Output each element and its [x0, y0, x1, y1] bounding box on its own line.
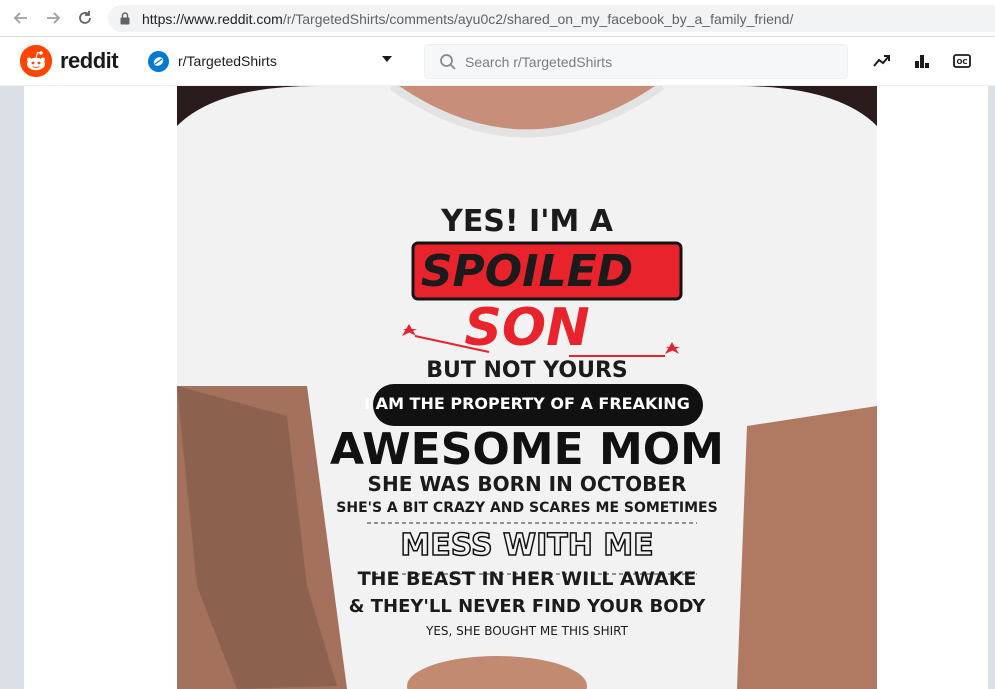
leaderboard-icon[interactable]	[912, 51, 932, 71]
address-bar[interactable]: https://www.reddit.com/r/TargetedShirts/…	[108, 5, 995, 32]
shirt-line-9: MESS WITH ME	[400, 527, 655, 564]
search-icon	[440, 53, 456, 70]
forward-arrow-icon	[47, 12, 61, 24]
reddit-header: reddit r/TargetedShirts OC	[0, 37, 995, 86]
snoo-icon	[20, 45, 52, 77]
url-host: https://www.reddit.com	[142, 10, 283, 27]
post-image[interactable]: YES! I'M A SPOILED SON BUT NOT YOURS I A…	[177, 86, 877, 689]
shirt-line-10: THE BEAST IN HER WILL AWAKE	[357, 568, 697, 590]
lock-icon	[120, 12, 132, 26]
search-input[interactable]	[465, 53, 825, 70]
shirt-line-7: SHE WAS BORN IN OCTOBER	[367, 472, 687, 496]
oc-label: OC	[956, 58, 967, 66]
back-button[interactable]	[10, 7, 32, 29]
shirt-line-5: I AM THE PROPERTY OF A FREAKING	[364, 394, 690, 413]
oc-icon[interactable]: OC	[952, 51, 972, 71]
back-arrow-icon	[13, 12, 27, 24]
community-name: r/TargetedShirts	[178, 53, 277, 69]
trending-icon[interactable]	[872, 51, 892, 71]
left-gutter	[0, 86, 24, 689]
community-icon	[148, 50, 169, 72]
search-bar[interactable]	[424, 44, 848, 79]
reddit-wordmark: reddit	[60, 48, 119, 73]
right-gutter	[988, 86, 995, 689]
shirt-line-12: YES, SHE BOUGHT ME THIS SHIRT	[426, 624, 628, 638]
shirt-line-11: & THEY'LL NEVER FIND YOUR BODY	[348, 596, 706, 617]
shirt-line-1: YES! I'M A	[441, 204, 613, 239]
url-text: https://www.reddit.com/r/TargetedShirts/…	[142, 11, 793, 27]
shirt-print: YES! I'M A SPOILED SON BUT NOT YOURS I A…	[177, 86, 877, 689]
forward-button[interactable]	[42, 7, 64, 29]
shirt-line-6: AWESOME MOM	[330, 424, 724, 475]
reddit-logo[interactable]: reddit	[20, 45, 119, 77]
url-path: /r/TargetedShirts/comments/ayu0c2/shared…	[282, 10, 794, 27]
shirt-line-4: BUT NOT YOURS	[426, 358, 628, 383]
community-dropdown[interactable]: r/TargetedShirts	[148, 49, 396, 73]
browser-toolbar: https://www.reddit.com/r/TargetedShirts/…	[0, 0, 995, 37]
reload-icon	[79, 11, 91, 24]
shirt-line-2: SPOILED	[420, 246, 634, 297]
shirt-line-3: SON	[464, 298, 590, 358]
reload-button[interactable]	[74, 7, 96, 29]
caret-down-icon	[382, 56, 392, 62]
shirt-line-8: SHE'S A BIT CRAZY AND SCARES ME SOMETIME…	[336, 500, 718, 516]
